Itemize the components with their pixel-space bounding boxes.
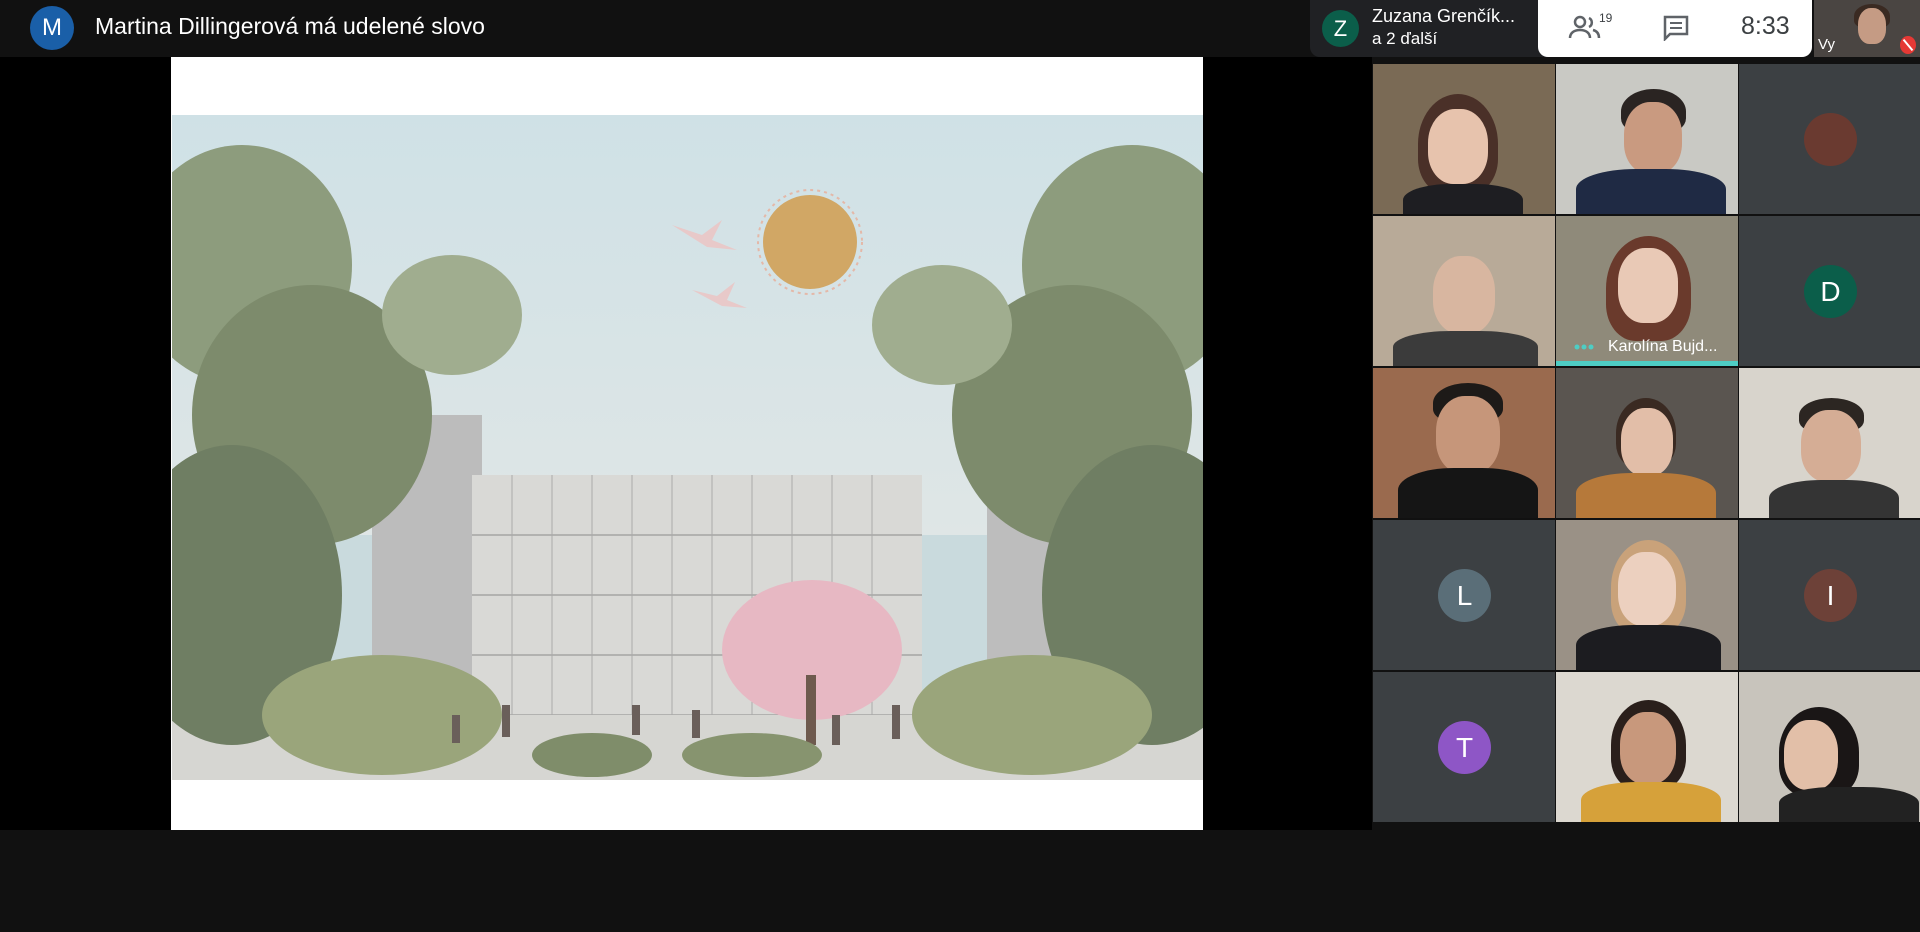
participant-avatar-photo (1804, 113, 1857, 166)
participant-face (1433, 256, 1495, 334)
participant-face (1621, 408, 1673, 476)
participant-face (1624, 102, 1682, 174)
participant-face (1436, 396, 1500, 474)
participant-face (1428, 109, 1488, 184)
presentation-slide (171, 57, 1203, 830)
self-view-tile[interactable]: Vy (1814, 0, 1920, 57)
participant-tile[interactable] (1556, 64, 1738, 214)
participant-tile[interactable]: L (1373, 520, 1555, 670)
participant-avatar: L (1438, 569, 1491, 622)
participant-tile-active[interactable]: Karolína Bujd... (1556, 216, 1738, 366)
self-label: Vy (1818, 36, 1835, 53)
participant-name: Karolína Bujd... (1608, 338, 1718, 355)
participant-body (1581, 782, 1721, 822)
speaking-dots-icon (1574, 344, 1594, 350)
participant-avatar: T (1438, 721, 1491, 774)
participant-body (1393, 331, 1538, 366)
self-face (1858, 8, 1886, 44)
participant-face (1618, 552, 1676, 626)
participant-tile[interactable] (1739, 672, 1920, 822)
participant-tile[interactable] (1556, 520, 1738, 670)
participant-face (1618, 248, 1678, 323)
participant-avatar: D (1804, 265, 1857, 318)
participant-face (1801, 410, 1861, 482)
participant-body (1398, 468, 1538, 518)
presentation-stage (0, 57, 1372, 830)
participant-tile[interactable] (1556, 672, 1738, 822)
participant-grid: Karolína Bujd... D L I T (1373, 64, 1920, 824)
participant-tile[interactable] (1373, 368, 1555, 518)
participant-tile[interactable]: D (1739, 216, 1920, 366)
participant-body (1769, 480, 1899, 518)
mic-off-icon (1900, 36, 1916, 54)
participant-tile[interactable] (1739, 368, 1920, 518)
participant-body (1576, 169, 1726, 214)
meeting-clock: 8:33 (1741, 12, 1790, 40)
speaker-name: Zuzana Grenčík... (1372, 6, 1516, 26)
participant-face (1784, 720, 1838, 790)
top-controls: 19 8:33 (1538, 0, 1812, 57)
participant-face (1620, 712, 1676, 784)
participant-count: 19 (1599, 11, 1613, 25)
architecture-illustration (172, 115, 1203, 780)
participant-tile[interactable]: I (1739, 520, 1920, 670)
participant-tile[interactable] (1373, 216, 1555, 366)
participant-body (1576, 473, 1716, 518)
participant-tile[interactable] (1556, 368, 1738, 518)
speaker-avatar: Z (1322, 10, 1359, 47)
participant-body (1576, 625, 1721, 670)
participant-tile[interactable]: T (1373, 672, 1555, 822)
speaker-more: a 2 ďalší (1372, 29, 1438, 48)
presenter-avatar: M (30, 6, 74, 50)
participant-tile[interactable] (1739, 64, 1920, 214)
participant-body (1403, 184, 1523, 214)
chat-icon[interactable] (1662, 15, 1690, 41)
participant-body (1779, 787, 1919, 822)
participant-avatar: I (1804, 569, 1857, 622)
participant-tile[interactable] (1373, 64, 1555, 214)
speaking-indicator (1556, 361, 1738, 366)
presenter-title: Martina Dillingerová má udelené slovo (95, 13, 485, 39)
people-icon[interactable] (1568, 14, 1602, 42)
